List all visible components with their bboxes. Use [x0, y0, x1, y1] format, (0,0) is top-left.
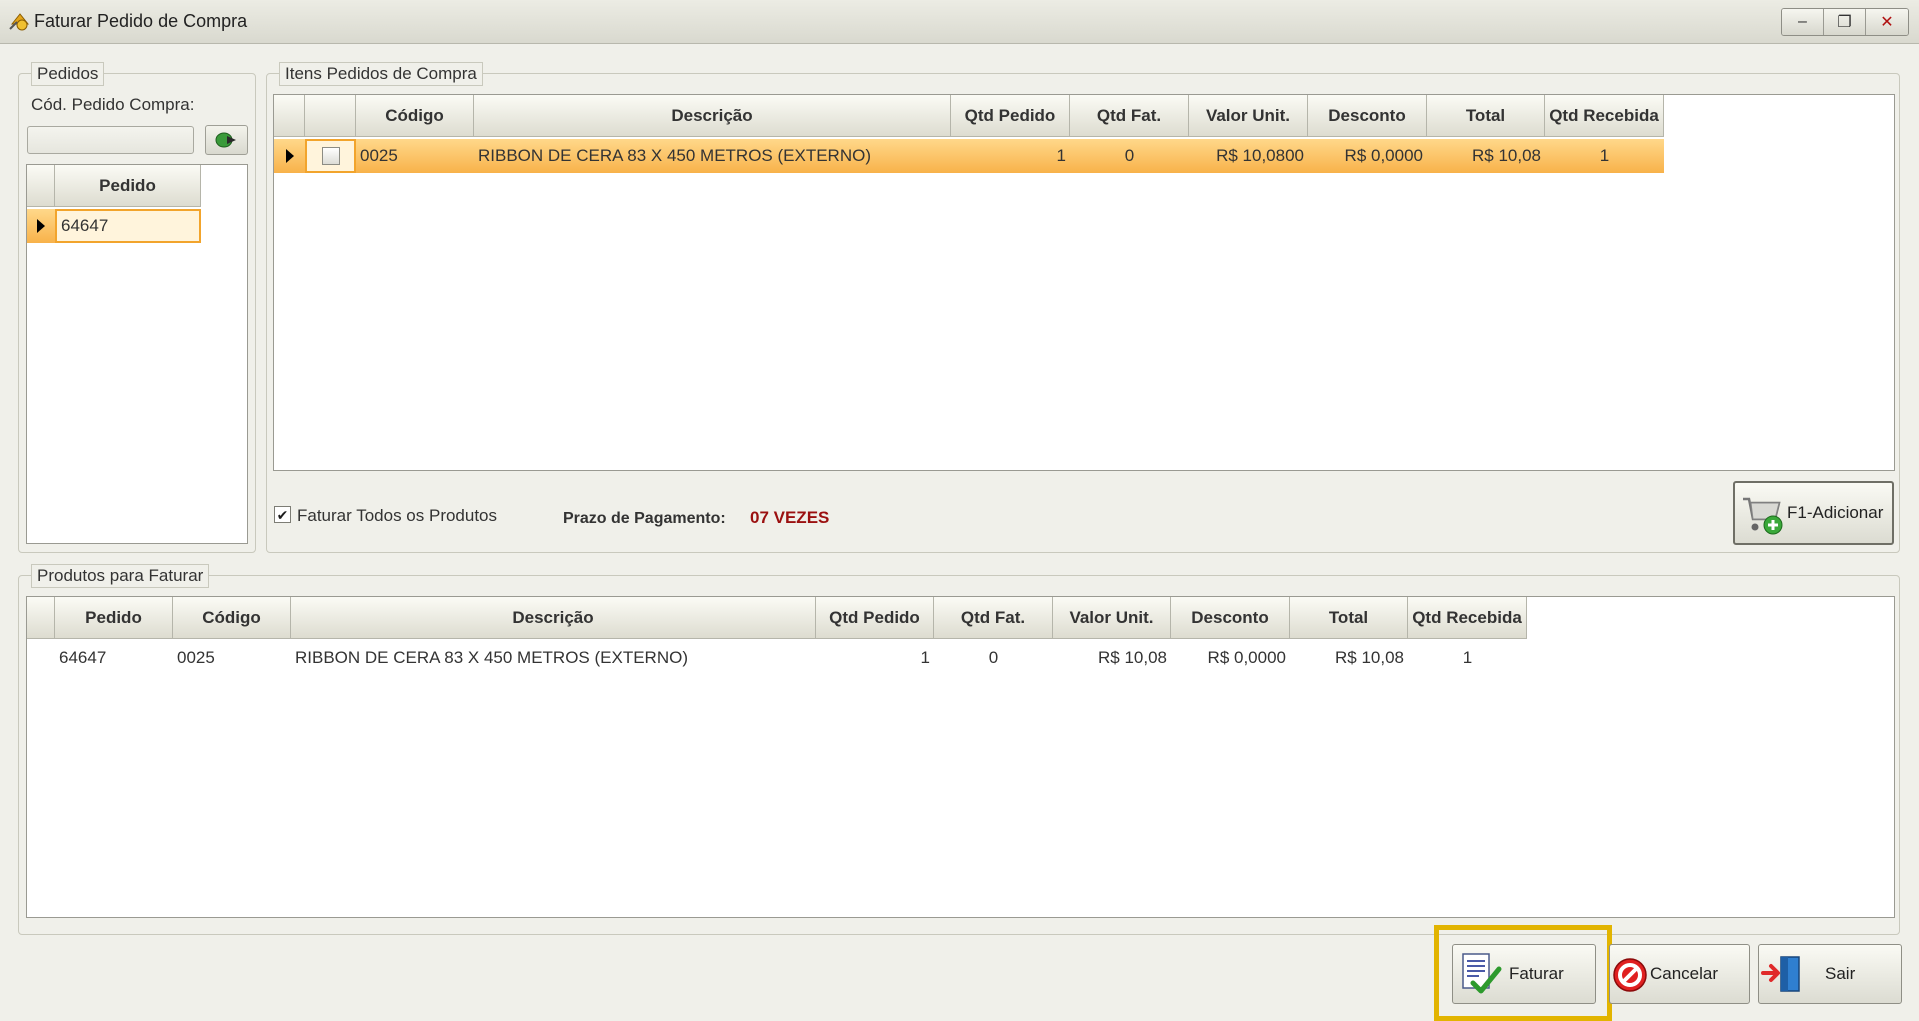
row-checkbox[interactable] [321, 147, 340, 165]
col-codigo[interactable]: Código [173, 597, 291, 639]
faturar-todos-checkbox[interactable]: ✔ [274, 506, 291, 523]
pedido-cell: 64647 [59, 648, 107, 667]
col-pedido[interactable]: Pedido [55, 597, 173, 639]
title-bar: Faturar Pedido de Compra – ❐ ✕ [0, 0, 1919, 44]
produtos-grid-row-header [27, 597, 55, 639]
pedidos-grid-col-pedido[interactable]: Pedido [55, 165, 201, 207]
col-valor-unit[interactable]: Valor Unit. [1189, 95, 1308, 137]
cancel-icon [1613, 958, 1647, 992]
invoice-check-icon [1462, 953, 1502, 994]
col-codigo[interactable]: Código [356, 95, 474, 137]
pedido-cell[interactable]: 64647 [55, 209, 201, 243]
descricao-cell: RIBBON DE CERA 83 X 450 METROS (EXTERNO) [295, 648, 688, 667]
itens-grid-col-check [305, 95, 356, 137]
desconto-cell: R$ 0,0000 [1344, 146, 1423, 165]
valor-unit-cell: R$ 10,0800 [1216, 146, 1304, 165]
restore-button[interactable]: ❐ [1824, 9, 1866, 35]
produtos-group: Produtos para Faturar Pedido Código Desc… [18, 564, 1900, 935]
app-icon [9, 13, 30, 31]
row-indicator [27, 209, 55, 243]
exit-door-icon [1761, 956, 1800, 992]
qtd-fat-cell[interactable]: 0 [1070, 139, 1189, 173]
itens-group: Itens Pedidos de Compra Código Descrição… [266, 62, 1900, 553]
col-total[interactable]: Total [1290, 597, 1408, 639]
col-qtd-pedido[interactable]: Qtd Pedido [951, 95, 1070, 137]
close-button[interactable]: ✕ [1866, 9, 1908, 35]
itens-grid-header: Código Descrição Qtd Pedido Qtd Fat. Val… [274, 95, 1664, 137]
table-row[interactable]: 64647 [27, 209, 201, 243]
faturar-label: Faturar [1509, 964, 1564, 983]
valor-unit-cell: R$ 10,08 [1098, 648, 1167, 667]
produtos-legend: Produtos para Faturar [31, 564, 210, 588]
col-qtd-recebida[interactable]: Qtd Recebida [1408, 597, 1527, 639]
cancelar-label: Cancelar [1650, 964, 1719, 983]
row-arrow-icon [285, 149, 294, 163]
faturar-button[interactable]: Faturar [1452, 944, 1596, 1004]
window-controls: – ❐ ✕ [1781, 8, 1909, 36]
add-button-label: F1-Adicionar [1787, 503, 1884, 522]
pedidos-group: Pedidos Cód. Pedido Compra: Pedido 64647 [18, 62, 256, 553]
total-cell: R$ 10,08 [1472, 146, 1541, 165]
qtd-recebida-cell: 1 [1462, 648, 1473, 667]
arrow-search-icon [215, 132, 236, 148]
add-button[interactable]: F1-Adicionar [1733, 481, 1894, 545]
sair-label: Sair [1825, 964, 1856, 983]
total-cell: R$ 10,08 [1335, 648, 1404, 667]
search-pedido-button[interactable] [205, 125, 248, 155]
col-valor-unit[interactable]: Valor Unit. [1053, 597, 1171, 639]
window-title: Faturar Pedido de Compra [34, 11, 248, 31]
table-row[interactable]: 0025 RIBBON DE CERA 83 X 450 METROS (EXT… [274, 139, 1664, 173]
codigo-cell: 0025 [360, 146, 398, 165]
table-row[interactable]: 64647 0025 RIBBON DE CERA 83 X 450 METRO… [27, 641, 1527, 675]
faturar-todos-label[interactable]: Faturar Todos os Produtos [297, 506, 497, 526]
descricao-cell: RIBBON DE CERA 83 X 450 METROS (EXTERNO) [478, 146, 871, 165]
col-total[interactable]: Total [1427, 95, 1545, 137]
sair-button[interactable]: Sair [1758, 944, 1902, 1004]
qtd-pedido-cell: 1 [1056, 146, 1066, 165]
produtos-grid: Pedido Código Descrição Qtd Pedido Qtd F… [26, 596, 1895, 918]
itens-grid-row-header [274, 95, 305, 137]
col-qtd-recebida[interactable]: Qtd Recebida [1545, 95, 1664, 137]
col-qtd-fat[interactable]: Qtd Fat. [1070, 95, 1189, 137]
row-arrow-icon [37, 219, 45, 233]
prazo-label: Prazo de Pagamento: [563, 510, 726, 527]
itens-legend: Itens Pedidos de Compra [279, 62, 483, 86]
minimize-button[interactable]: – [1782, 9, 1824, 35]
row-checkbox-cell[interactable] [305, 139, 356, 173]
cancelar-button[interactable]: Cancelar [1609, 944, 1750, 1004]
prazo-value: 07 VEZES [750, 508, 830, 527]
col-qtd-pedido[interactable]: Qtd Pedido [816, 597, 934, 639]
qtd-pedido-cell: 1 [920, 648, 930, 667]
codigo-cell: 0025 [177, 648, 215, 667]
row-indicator [274, 139, 305, 173]
col-descricao[interactable]: Descrição [474, 95, 951, 137]
pedidos-grid: Pedido 64647 [26, 164, 248, 544]
row-indicator [27, 641, 55, 675]
qtd-fat-cell: 0 [988, 648, 999, 667]
pedidos-grid-row-header [27, 165, 55, 207]
produtos-grid-header: Pedido Código Descrição Qtd Pedido Qtd F… [27, 597, 1527, 639]
itens-grid: Código Descrição Qtd Pedido Qtd Fat. Val… [273, 94, 1895, 471]
cart-add-icon [1743, 497, 1783, 535]
cod-pedido-input[interactable] [27, 126, 194, 154]
col-descricao[interactable]: Descrição [291, 597, 816, 639]
pedidos-legend: Pedidos [31, 62, 105, 86]
desconto-cell: R$ 0,0000 [1207, 648, 1286, 667]
cod-pedido-label: Cód. Pedido Compra: [31, 95, 195, 114]
col-desconto[interactable]: Desconto [1171, 597, 1290, 639]
qtd-recebida-cell: 1 [1599, 146, 1610, 165]
col-qtd-fat[interactable]: Qtd Fat. [934, 597, 1053, 639]
col-desconto[interactable]: Desconto [1308, 95, 1427, 137]
pedidos-grid-header: Pedido [27, 165, 201, 207]
